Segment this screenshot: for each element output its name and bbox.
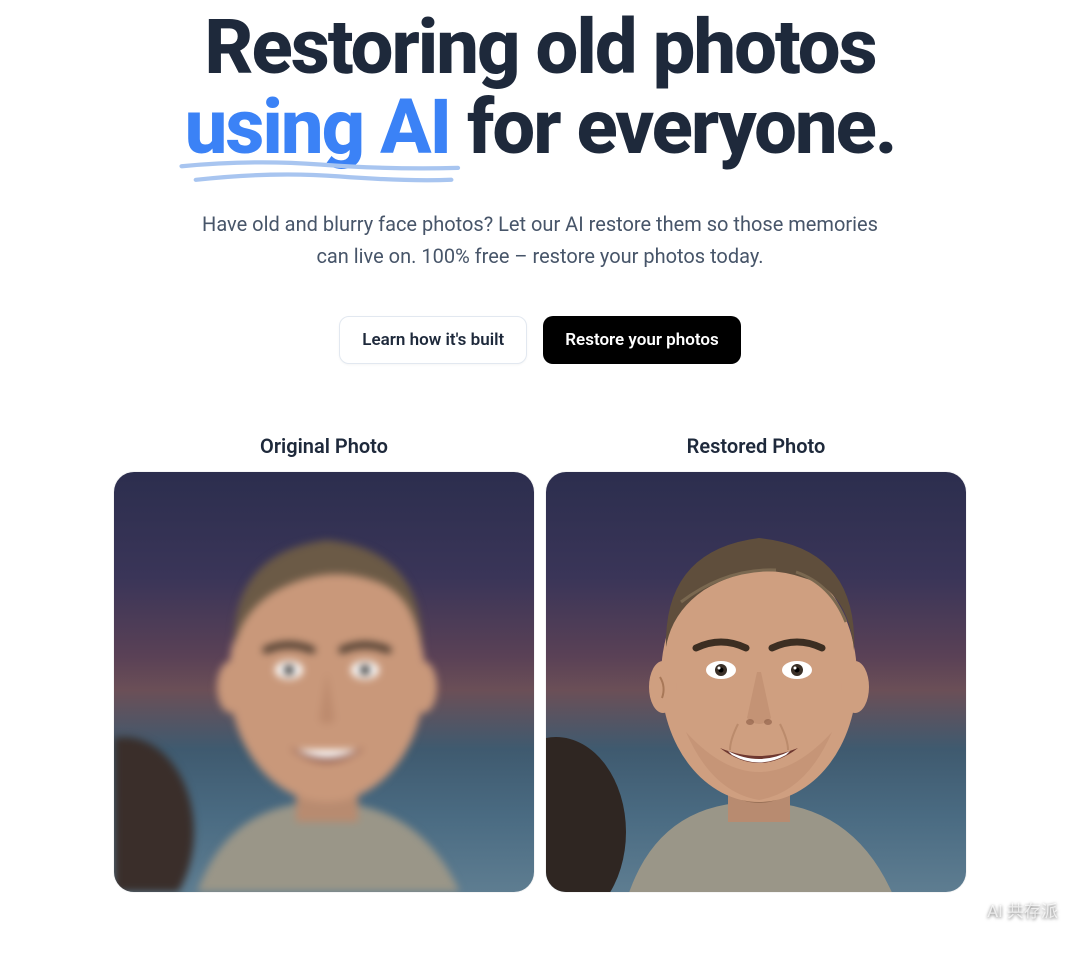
hero-title-rest: for everyone. (450, 82, 895, 172)
restored-photo-label: Restored Photo (687, 434, 826, 458)
hero-title-line2: using AI for everyone. (20, 88, 1060, 168)
learn-how-button[interactable]: Learn how it's built (339, 316, 527, 364)
watermark-label: AI 共存派 (987, 897, 1058, 922)
hero-title-highlight: using AI (185, 88, 451, 168)
original-photo-label: Original Photo (260, 434, 388, 458)
original-photo (114, 472, 534, 892)
hero-container: Restoring old photos using AI for everyo… (0, 8, 1080, 892)
photo-comparison-grid: Original Photo (20, 434, 1060, 892)
hero-subtitle: Have old and blurry face photos? Let our… (200, 208, 880, 272)
cta-button-row: Learn how it's built Restore your photos (20, 316, 1060, 364)
restored-photo-column: Restored Photo (546, 434, 966, 892)
wechat-icon (945, 894, 979, 924)
hero-title: Restoring old photos using AI for everyo… (20, 8, 1060, 168)
restored-photo (546, 472, 966, 892)
restored-face-illustration (546, 472, 966, 892)
hero-highlight-text: using AI (185, 82, 451, 172)
original-photo-column: Original Photo (114, 434, 534, 892)
original-face-illustration (114, 472, 534, 892)
watermark: AI 共存派 (945, 894, 1058, 924)
restore-photos-button[interactable]: Restore your photos (543, 316, 740, 364)
hero-title-line1: Restoring old photos (20, 8, 1060, 88)
